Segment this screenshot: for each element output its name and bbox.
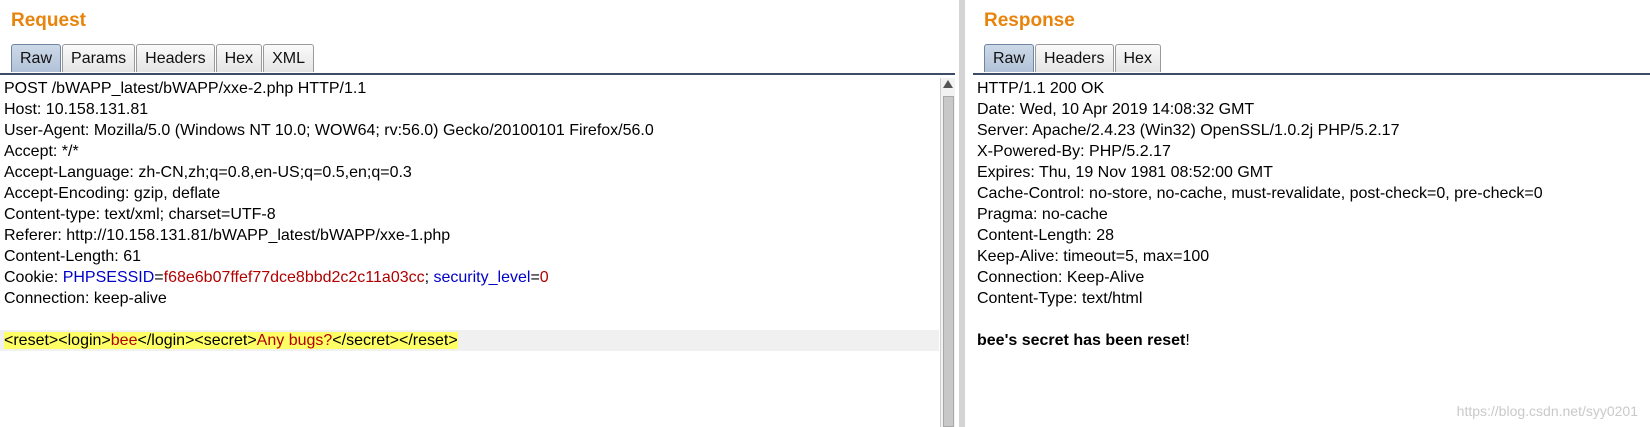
response-line: Expires: Thu, 19 Nov 1981 08:52:00 GMT	[977, 164, 1273, 181]
response-line: HTTP/1.1 200 OK	[977, 80, 1105, 97]
xml-secret-value: Any bugs?	[256, 332, 333, 349]
response-title: Response	[984, 10, 1075, 31]
response-line: Server: Apache/2.4.23 (Win32) OpenSSL/1.…	[977, 122, 1400, 139]
response-editor[interactable]: HTTP/1.1 200 OK Date: Wed, 10 Apr 2019 1…	[973, 78, 1650, 427]
cookie-value-sessid: f68e6b07ffef77dce8bbd2c2c11a03cc	[163, 269, 425, 286]
watermark: https://blog.csdn.net/syy0201	[1456, 403, 1638, 419]
request-line: Referer: http://10.158.131.81/bWAPP_late…	[4, 227, 451, 244]
request-tab-headers[interactable]: Headers	[136, 44, 215, 72]
request-line: Accept-Language: zh-CN,zh;q=0.8,en-US;q=…	[4, 164, 412, 181]
pane-splitter[interactable]	[955, 0, 973, 427]
xml-body-line: <reset><login>bee</login><secret>Any bug…	[0, 330, 939, 351]
response-line: Pragma: no-cache	[977, 206, 1108, 223]
response-line: Cache-Control: no-store, no-cache, must-…	[977, 185, 1543, 202]
request-line: User-Agent: Mozilla/5.0 (Windows NT 10.0…	[4, 122, 654, 139]
request-tab-xml[interactable]: XML	[263, 44, 314, 72]
cookie-value-security: 0	[539, 269, 549, 286]
request-line: Accept: */*	[4, 143, 79, 160]
response-tab-underline	[973, 73, 1650, 75]
request-scrollbar[interactable]	[940, 78, 955, 427]
response-body-tail: !	[1185, 332, 1190, 349]
response-line: Content-Type: text/html	[977, 290, 1143, 307]
request-tab-raw[interactable]: Raw	[11, 44, 62, 72]
request-line: POST /bWAPP_latest/bWAPP/xxe-2.php HTTP/…	[4, 80, 367, 97]
response-tab-raw[interactable]: Raw	[984, 44, 1035, 72]
xml-tag: </reset>	[398, 332, 458, 349]
xml-tag: </secret>	[332, 332, 399, 349]
request-line: Accept-Encoding: gzip, deflate	[4, 185, 221, 202]
xml-tag: </login>	[137, 332, 195, 349]
cookie-eq: =	[530, 269, 540, 286]
cookie-prefix: Cookie:	[4, 269, 63, 286]
scroll-up-arrow-icon[interactable]	[943, 80, 953, 88]
splitter-handle[interactable]	[959, 0, 965, 427]
request-editor[interactable]: POST /bWAPP_latest/bWAPP/xxe-2.php HTTP/…	[0, 78, 939, 427]
cookie-sep: ;	[424, 269, 434, 286]
request-line: Host: 10.158.131.81	[4, 101, 149, 118]
xml-tag: <login>	[58, 332, 111, 349]
xml-tag: <secret>	[194, 332, 257, 349]
response-pane: Response Raw Headers Hex HTTP/1.1 200 OK…	[973, 0, 1650, 427]
request-line: Content-Length: 61	[4, 248, 141, 265]
response-tab-hex[interactable]: Hex	[1114, 44, 1161, 72]
request-tab-hex[interactable]: Hex	[215, 44, 263, 72]
response-body-bold: bee's secret has been reset	[977, 332, 1186, 349]
scroll-thumb[interactable]	[943, 96, 954, 427]
request-tab-params[interactable]: Params	[62, 44, 136, 72]
request-line: Content-type: text/xml; charset=UTF-8	[4, 206, 276, 223]
cookie-line: Cookie: PHPSESSID=f68e6b07ffef77dce8bbd2…	[0, 267, 939, 288]
response-tabs: Raw Headers Hex	[984, 44, 1162, 74]
request-pane: Request Raw Params Headers Hex XML POST …	[0, 0, 955, 427]
xml-body-highlight: <reset><login>bee</login><secret>Any bug…	[4, 332, 458, 349]
response-line: Date: Wed, 10 Apr 2019 14:08:32 GMT	[977, 101, 1255, 118]
request-line: Connection: keep-alive	[4, 290, 167, 307]
response-body-line: bee's secret has been reset!	[973, 330, 1650, 351]
response-line: Keep-Alive: timeout=5, max=100	[977, 248, 1210, 265]
request-tab-underline	[0, 73, 955, 75]
cookie-name-sessid: PHPSESSID	[62, 269, 155, 286]
cookie-eq: =	[154, 269, 164, 286]
response-tab-headers[interactable]: Headers	[1035, 44, 1114, 72]
request-title: Request	[11, 10, 86, 31]
request-tabs: Raw Params Headers Hex XML	[11, 44, 315, 74]
response-line: X-Powered-By: PHP/5.2.17	[977, 143, 1171, 160]
response-line: Connection: Keep-Alive	[977, 269, 1145, 286]
xml-login-value: bee	[110, 332, 138, 349]
response-line: Content-Length: 28	[977, 227, 1114, 244]
cookie-name-security: security_level	[433, 269, 531, 286]
xml-tag: <reset>	[4, 332, 59, 349]
